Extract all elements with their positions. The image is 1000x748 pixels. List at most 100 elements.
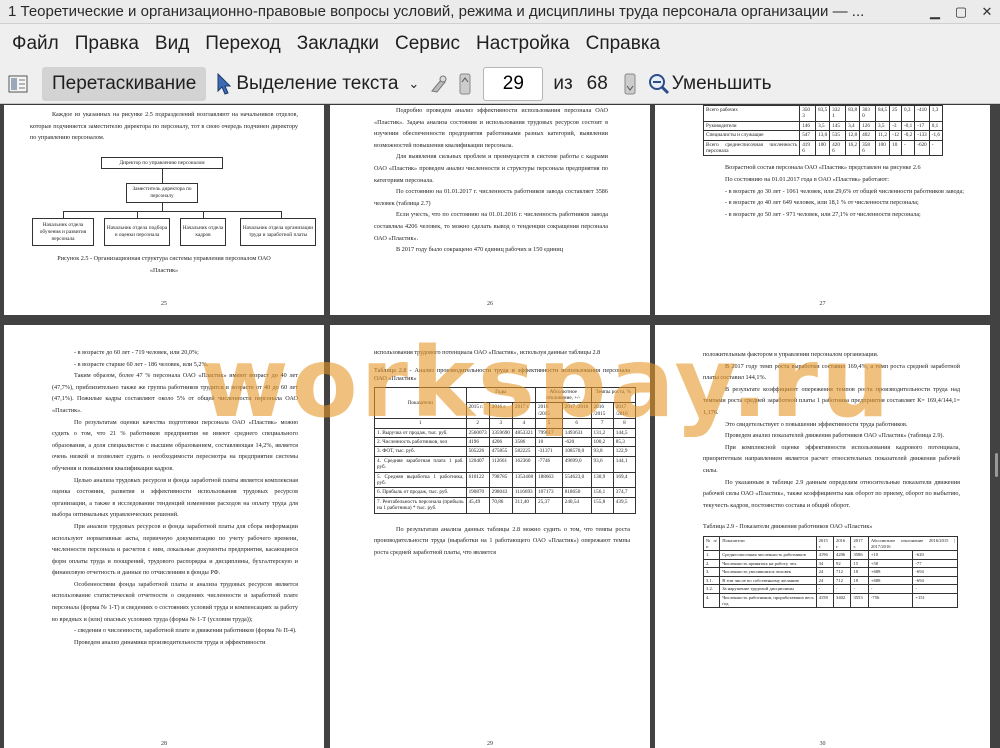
zoom-out-button[interactable]: Уменьшить xyxy=(648,67,772,101)
page-number: 27 xyxy=(819,301,826,308)
magnifier-tool-button[interactable] xyxy=(429,67,449,101)
table-cell: 18 xyxy=(850,567,869,577)
th-years: Годы xyxy=(465,386,537,404)
column-number: 2 xyxy=(465,418,490,429)
paragraph: Подробно проведем анализ эффективности и… xyxy=(374,107,608,149)
org-line xyxy=(63,211,64,218)
table-caption: Таблица 2.9 - Показатели движения работн… xyxy=(703,523,873,531)
table-cell: 311,40 xyxy=(511,496,537,514)
th-rate: Темпы роста, % xyxy=(590,386,637,404)
table-cell: - xyxy=(867,584,914,595)
tool-dropdown-chevron-icon[interactable]: ⌄ xyxy=(408,67,419,101)
paragraph: По результатам анализа данных таблицы 2.… xyxy=(374,525,630,556)
column-number: 4 xyxy=(511,418,537,429)
table-cell: - xyxy=(833,584,852,595)
maximize-button[interactable]: ▢ xyxy=(948,1,974,23)
page-number-input[interactable] xyxy=(483,66,544,101)
th-2015: 2015 г. xyxy=(465,402,490,420)
th-indicator: Показатели xyxy=(374,386,467,420)
menu-settings[interactable]: Настройка xyxy=(468,24,578,64)
drag-tool-button[interactable]: Перетаскивание xyxy=(42,66,207,101)
th-d1: 2016 /2015 xyxy=(590,402,614,420)
table-cell: 7. Рентабельность персонала (прибыль на … xyxy=(374,496,467,514)
table-cell: 712 xyxy=(833,567,852,577)
table-cell: 84,5 xyxy=(875,105,891,122)
th-d2: 2017 /2016 xyxy=(561,402,592,420)
org-box-deputy: Заместитель директора по персоналу xyxy=(126,183,198,203)
table-cell: -133 xyxy=(914,130,930,141)
table-cell: 11,2 xyxy=(875,130,891,141)
table-cell: 4158 xyxy=(815,593,835,609)
magnifier-tool-icon xyxy=(431,75,447,93)
table-cell: 130,9 xyxy=(590,471,614,489)
paragraph: Таким образом, более 47 % персонала ОАО … xyxy=(52,372,298,414)
table-cell: 358 6 xyxy=(859,139,877,157)
movement-table: № п/п Показатели 2015 г. 2016 г. 2017 г. Абсо… xyxy=(702,535,959,609)
table-cell: - xyxy=(912,584,958,595)
table-cell: 3586 xyxy=(850,550,869,560)
page-25: Каждое из указанных на рисунке 2.5 подра… xyxy=(4,105,324,315)
table-header-cell: № п/п xyxy=(702,535,721,552)
table-cell: 1493631 xyxy=(561,427,592,439)
table-row: Специалисты и служащие 547 13,0 535 12,8 402 1… xyxy=(702,130,944,141)
table-cell: +10 xyxy=(867,550,914,560)
table-cell: 1,3 xyxy=(928,105,944,122)
table-cell: 3,5 xyxy=(875,120,891,132)
table-cell: 582225 xyxy=(511,446,537,457)
minimize-button[interactable]: ▁ xyxy=(922,1,948,23)
table-header-cell: Абсолютное отклонение 2016/2015 | 2017/2… xyxy=(867,535,959,552)
scrollbar-thumb[interactable] xyxy=(995,453,998,477)
close-button[interactable]: ✕ xyxy=(974,1,1000,23)
column-number: 5 xyxy=(535,418,563,429)
column-number: 8 xyxy=(612,418,637,429)
table-cell: 107173 xyxy=(535,487,563,498)
th-d2: 2017 /2016 xyxy=(612,402,637,420)
table-row: 4. Средняя заработная плата 1 раб. руб. 1… xyxy=(374,455,637,473)
menu-go[interactable]: Переход xyxy=(197,24,288,64)
page-27: Всего рабочих 350 3 83,5 332 1 83,8 303 0 84,5… xyxy=(655,105,990,315)
table-cell: За нарушение трудовой дисциплины xyxy=(719,584,817,595)
table-cell: +688 xyxy=(867,567,914,577)
table-cell: 144,1 xyxy=(612,455,637,473)
menu-tools[interactable]: Сервис xyxy=(387,24,468,64)
list-item: - в возрасте до 60 лет - 719 человек, ил… xyxy=(74,349,199,356)
table-cell: 93,8 xyxy=(590,446,614,457)
page-28: - в возрасте до 60 лет - 719 человек, ил… xyxy=(4,325,324,748)
table-cell: 4206 xyxy=(488,437,513,448)
menu-help[interactable]: Справка xyxy=(578,24,669,64)
paragraph: Для выявления сильных проблем и преимуще… xyxy=(374,153,608,184)
table-cell: 535 xyxy=(829,130,847,141)
paragraph: Особенностями фонда заработной платы и а… xyxy=(52,580,298,623)
paragraph: Целью анализа трудовых ресурсов и фонда … xyxy=(52,476,298,519)
paragraph: положительным фактором в управлении перс… xyxy=(703,351,879,358)
page-down-icon xyxy=(624,73,636,94)
table-cell: 85,3 xyxy=(612,437,637,448)
document-viewer[interactable]: Каждое из указанных на рисунке 2.5 подра… xyxy=(0,105,1000,748)
table-cell: 4853321 xyxy=(511,427,537,439)
table-cell: 2. xyxy=(702,558,721,569)
org-line xyxy=(63,211,281,212)
table-row: Руководители 146 3,5 145 3,4 126 3,5 -3 -0,1 -17 0… xyxy=(702,120,944,132)
table-cell: 169,4 xyxy=(612,471,637,489)
menu-file[interactable]: Файл xyxy=(4,24,67,64)
table-cell: 92 xyxy=(833,558,852,569)
sidebar-toggle-button[interactable] xyxy=(0,67,36,101)
table-cell: 25,37 xyxy=(535,496,563,514)
table-cell: 3553 xyxy=(850,593,869,609)
table-cell: 554623,0 xyxy=(561,471,592,489)
table-cell: 100 xyxy=(875,139,891,157)
table-cell: 13,0 xyxy=(815,130,831,141)
table-cell: 108570,0 xyxy=(561,446,592,457)
previous-page-button[interactable] xyxy=(457,67,473,101)
next-page-button[interactable] xyxy=(622,67,638,101)
table-cell: 2. Численность работников, чел xyxy=(374,437,467,448)
table-cell: 93,6 xyxy=(590,455,614,473)
table-cell: 126 xyxy=(859,120,877,132)
menu-edit[interactable]: Правка xyxy=(67,24,147,64)
table-cell: 120407 xyxy=(465,455,490,473)
text-select-tool-button[interactable]: Выделение текста xyxy=(216,67,398,101)
menu-bookmarks[interactable]: Закладки xyxy=(289,24,387,64)
menu-view[interactable]: Вид xyxy=(147,24,197,64)
personnel-table: Всего рабочих 350 3 83,5 332 1 83,8 303 0 84,5… xyxy=(702,105,944,157)
table-cell: 190870 xyxy=(465,487,490,498)
